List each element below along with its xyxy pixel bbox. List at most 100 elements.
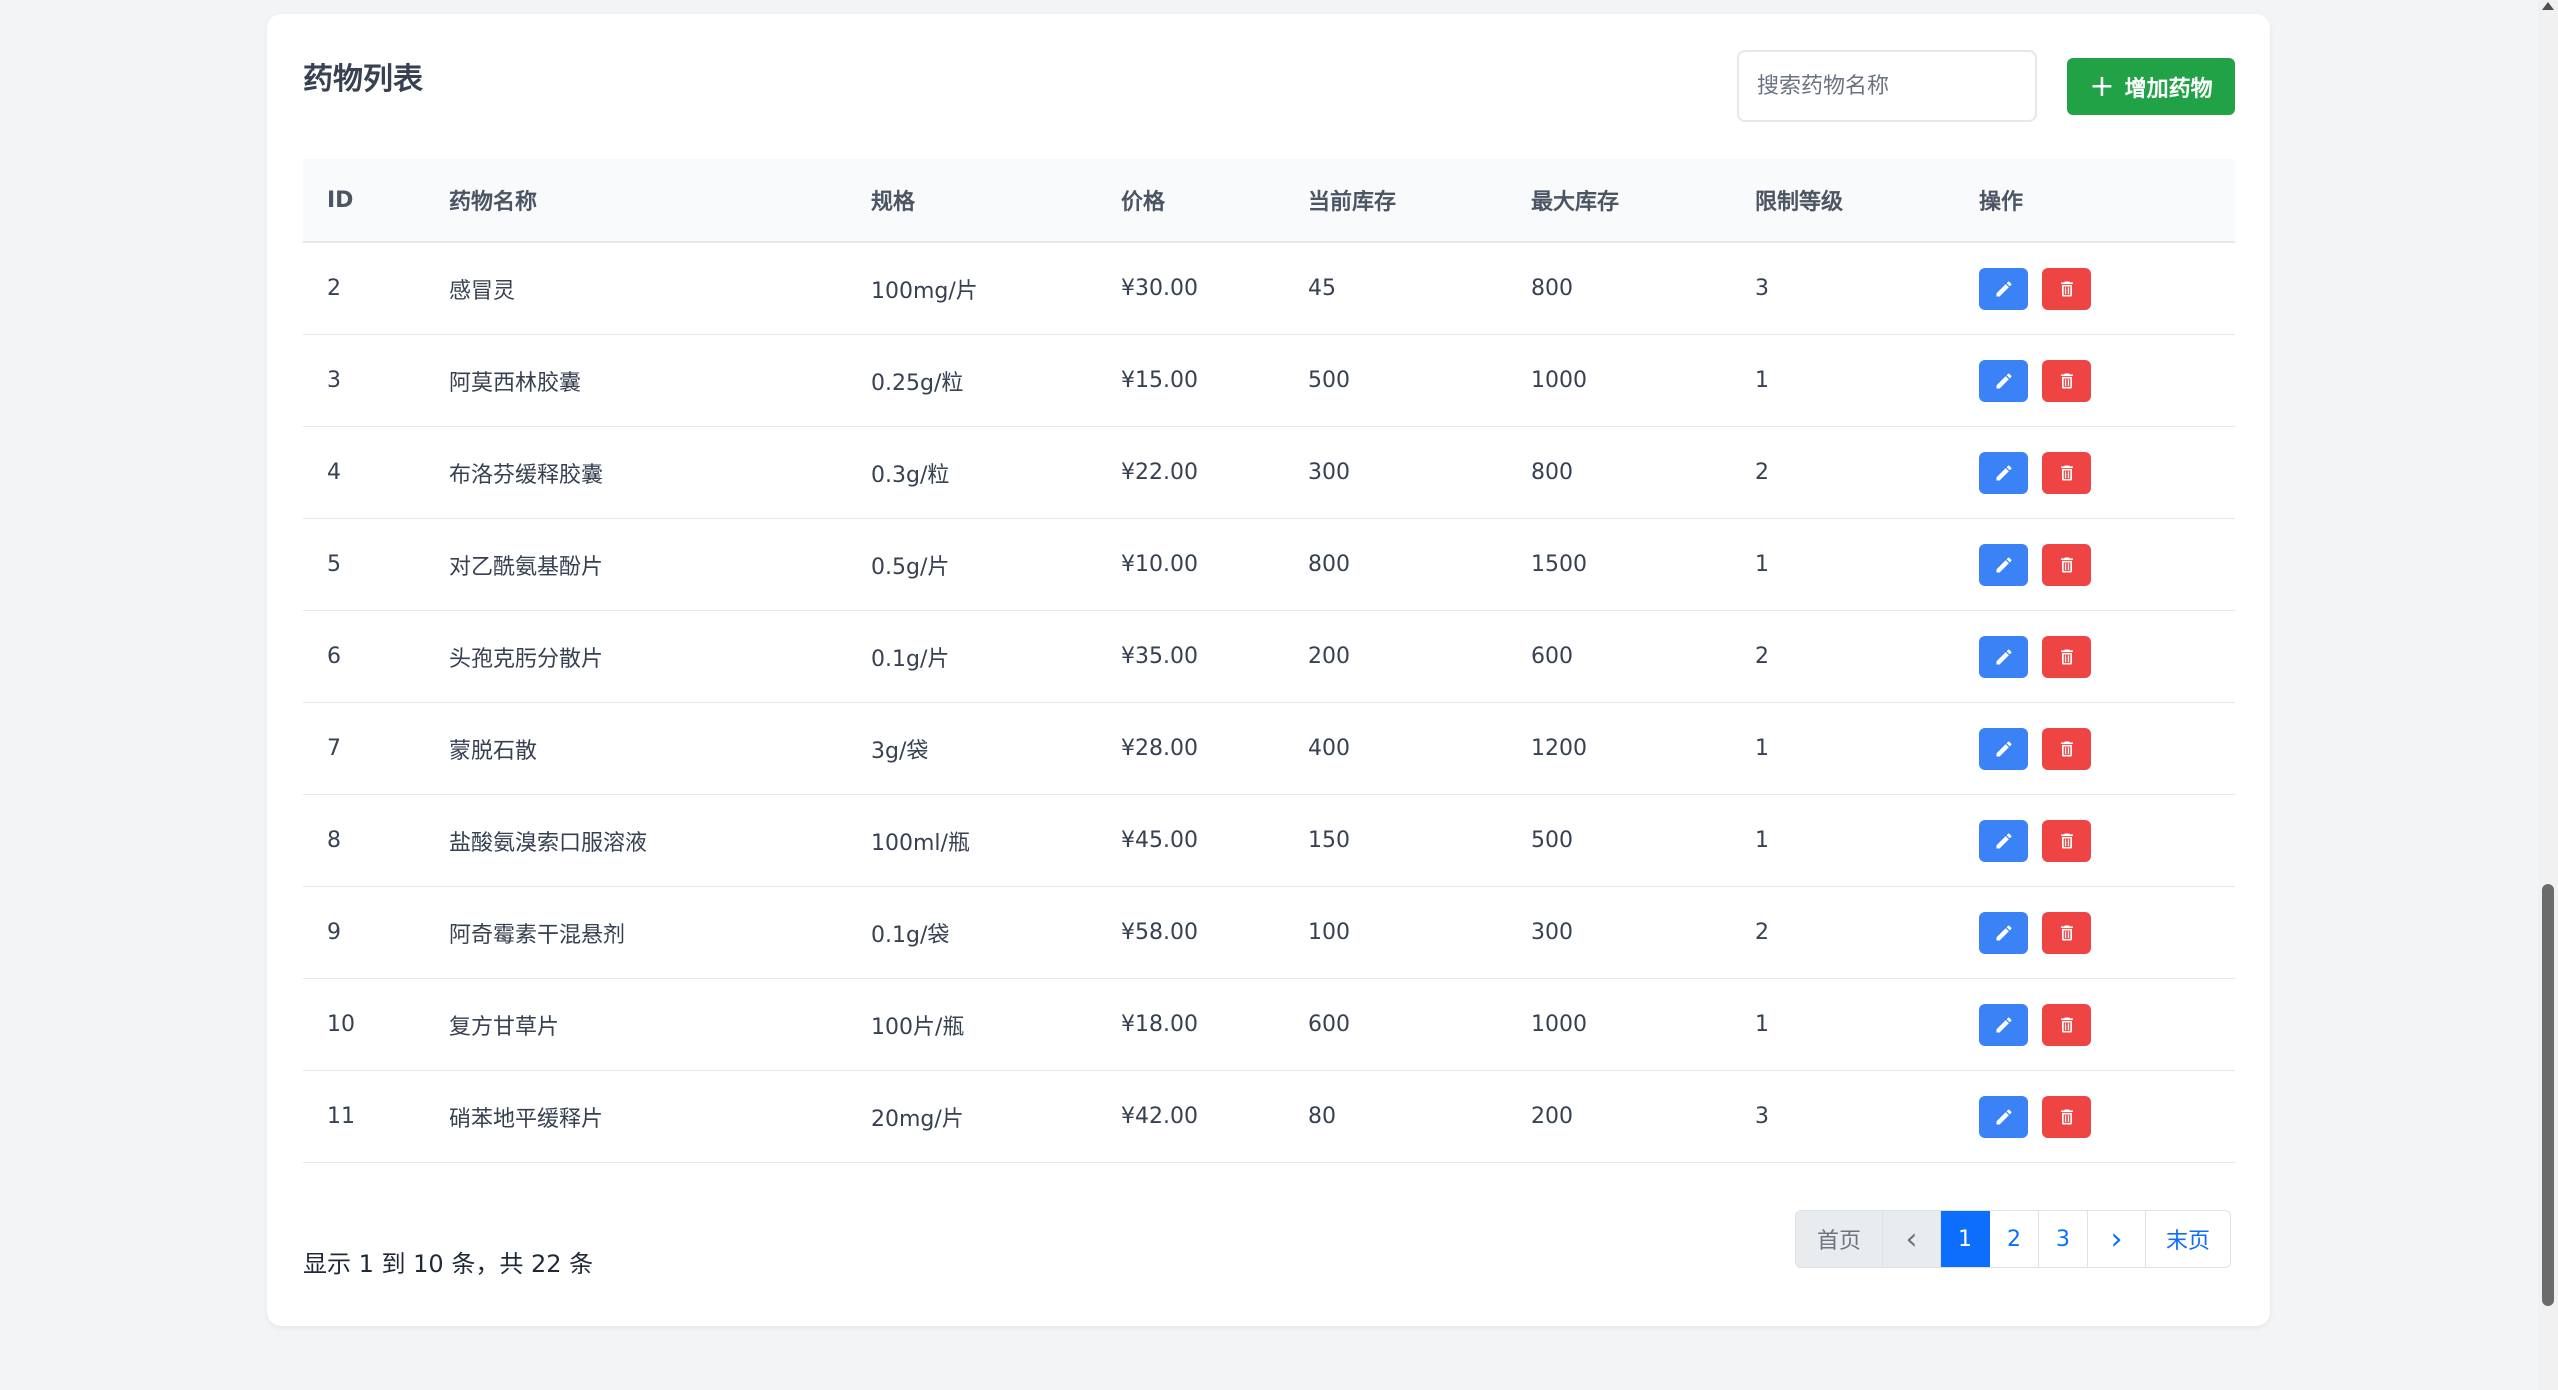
header-restriction-level: 限制等级: [1755, 190, 1844, 215]
row-actions: [1979, 795, 2091, 886]
cell-spec: 0.1g/片: [871, 646, 950, 672]
cell-restriction-level: 1: [1755, 736, 1769, 761]
cell-id: 7: [327, 736, 341, 761]
cell-price: ¥22.00: [1121, 460, 1198, 485]
cell-price: ¥58.00: [1121, 920, 1198, 945]
edit-button[interactable]: [1979, 819, 2028, 862]
pencil-icon: [1994, 279, 2014, 299]
vertical-scrollbar[interactable]: [2538, 0, 2558, 1390]
row-actions: [1979, 611, 2091, 702]
cell-current-stock: 100: [1308, 920, 1350, 945]
delete-button[interactable]: [2042, 1003, 2091, 1046]
cell-id: 3: [327, 368, 341, 393]
chevron-left-icon: ‹: [1905, 1221, 1918, 1257]
cell-current-stock: 500: [1308, 368, 1350, 393]
cell-spec: 0.3g/粒: [871, 462, 950, 488]
cell-current-stock: 150: [1308, 828, 1350, 853]
prev-page-button[interactable]: ‹: [1883, 1211, 1941, 1267]
edit-button[interactable]: [1979, 1095, 2028, 1138]
table-row: 5 对乙酰氨基酚片 0.5g/片 ¥10.00 800 1500 1: [303, 519, 2235, 611]
page-2-button[interactable]: 2: [1990, 1211, 2039, 1267]
trash-icon: [2057, 1107, 2077, 1127]
pencil-icon: [1994, 371, 2014, 391]
cell-restriction-level: 2: [1755, 644, 1769, 669]
cell-restriction-level: 2: [1755, 460, 1769, 485]
edit-button[interactable]: [1979, 1003, 2028, 1046]
delete-button[interactable]: [2042, 635, 2091, 678]
edit-button[interactable]: [1979, 543, 2028, 586]
next-page-button[interactable]: ›: [2088, 1211, 2146, 1267]
header-id: ID: [327, 187, 354, 213]
row-actions: [1979, 1071, 2091, 1162]
drug-table: ID 药物名称 规格 价格 当前库存 最大库存 限制等级 操作 2 感冒灵 100m…: [303, 159, 2235, 1163]
edit-button[interactable]: [1979, 267, 2028, 310]
pencil-icon: [1994, 555, 2014, 575]
cell-current-stock: 400: [1308, 736, 1350, 761]
scroll-up-arrow-icon[interactable]: [2542, 2, 2554, 10]
cell-spec: 0.1g/袋: [871, 922, 950, 948]
add-drug-button[interactable]: + 增加药物: [2067, 58, 2235, 115]
cell-max-stock: 500: [1531, 828, 1573, 853]
delete-button[interactable]: [2042, 451, 2091, 494]
delete-button[interactable]: [2042, 727, 2091, 770]
cell-restriction-level: 1: [1755, 828, 1769, 853]
page-1-button[interactable]: 1: [1941, 1211, 1990, 1267]
edit-button[interactable]: [1979, 911, 2028, 954]
cell-restriction-level: 3: [1755, 276, 1769, 301]
row-actions: [1979, 887, 2091, 978]
cell-max-stock: 200: [1531, 1104, 1573, 1129]
cell-id: 6: [327, 644, 341, 669]
cell-id: 11: [327, 1104, 355, 1129]
cell-max-stock: 800: [1531, 276, 1573, 301]
trash-icon: [2057, 371, 2077, 391]
delete-button[interactable]: [2042, 1095, 2091, 1138]
row-actions: [1979, 243, 2091, 334]
chevron-right-icon: ›: [2110, 1221, 2123, 1257]
first-page-button[interactable]: 首页: [1796, 1211, 1883, 1267]
edit-button[interactable]: [1979, 727, 2028, 770]
cell-price: ¥15.00: [1121, 368, 1198, 393]
delete-button[interactable]: [2042, 911, 2091, 954]
cell-drug-name: 硝苯地平缓释片: [449, 1106, 604, 1132]
table-row: 7 蒙脱石散 3g/袋 ¥28.00 400 1200 1: [303, 703, 2235, 795]
cell-spec: 20mg/片: [871, 1106, 964, 1132]
delete-button[interactable]: [2042, 267, 2091, 310]
cell-max-stock: 600: [1531, 644, 1573, 669]
cell-id: 4: [327, 460, 341, 485]
page-3-button[interactable]: 3: [2039, 1211, 2088, 1267]
last-page-button[interactable]: 末页: [2146, 1211, 2230, 1267]
table-row: 10 复方甘草片 100片/瓶 ¥18.00 600 1000 1: [303, 979, 2235, 1071]
pencil-icon: [1994, 923, 2014, 943]
delete-button[interactable]: [2042, 543, 2091, 586]
cell-id: 8: [327, 828, 341, 853]
trash-icon: [2057, 463, 2077, 483]
search-input[interactable]: [1737, 50, 2037, 122]
scrollbar-thumb[interactable]: [2542, 884, 2554, 1306]
cell-drug-name: 阿莫西林胶囊: [449, 370, 582, 396]
delete-button[interactable]: [2042, 359, 2091, 402]
pencil-icon: [1994, 1107, 2014, 1127]
cell-drug-name: 头孢克肟分散片: [449, 646, 604, 672]
table-row: 11 硝苯地平缓释片 20mg/片 ¥42.00 80 200 3: [303, 1071, 2235, 1163]
delete-button[interactable]: [2042, 819, 2091, 862]
plus-icon: +: [2089, 68, 2115, 104]
trash-icon: [2057, 831, 2077, 851]
cell-id: 2: [327, 276, 341, 301]
cell-current-stock: 300: [1308, 460, 1350, 485]
edit-button[interactable]: [1979, 451, 2028, 494]
table-header: ID 药物名称 规格 价格 当前库存 最大库存 限制等级 操作: [303, 159, 2235, 243]
header-price: 价格: [1121, 190, 1166, 215]
cell-max-stock: 1200: [1531, 736, 1587, 761]
edit-button[interactable]: [1979, 635, 2028, 678]
cell-spec: 100mg/片: [871, 278, 978, 304]
header-drug-name: 药物名称: [449, 190, 538, 215]
edit-button[interactable]: [1979, 359, 2028, 402]
cell-price: ¥30.00: [1121, 276, 1198, 301]
cell-spec: 0.25g/粒: [871, 370, 964, 396]
cell-max-stock: 1000: [1531, 368, 1587, 393]
pagination-summary: 显示 1 到 10 条，共 22 条: [303, 1250, 594, 1278]
cell-spec: 100ml/瓶: [871, 830, 970, 856]
table-row: 8 盐酸氨溴索口服溶液 100ml/瓶 ¥45.00 150 500 1: [303, 795, 2235, 887]
cell-restriction-level: 1: [1755, 552, 1769, 577]
cell-price: ¥35.00: [1121, 644, 1198, 669]
